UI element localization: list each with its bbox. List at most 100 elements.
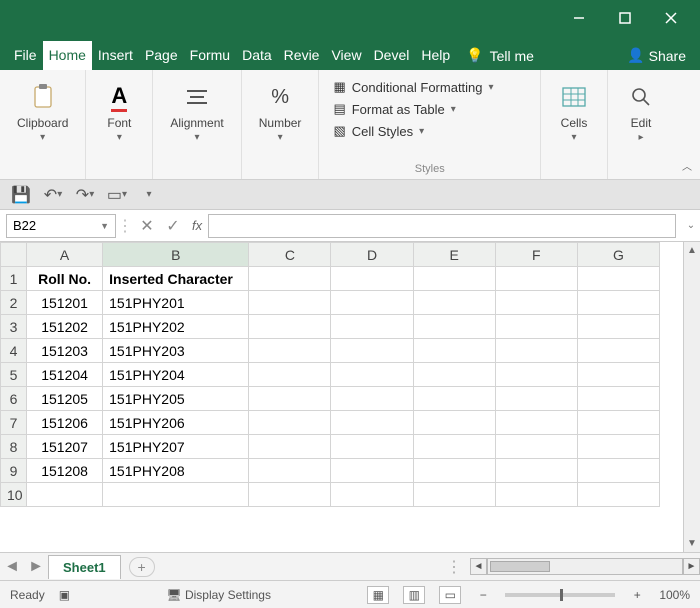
zoom-slider[interactable] <box>505 593 615 597</box>
cell[interactable] <box>413 267 495 291</box>
cell-styles-button[interactable]: ▧ Cell Styles ▾ <box>329 120 497 142</box>
paste-button[interactable]: Clipboard▾ <box>10 76 75 148</box>
tab-formulas[interactable]: Formu <box>184 41 236 70</box>
cell[interactable] <box>577 267 659 291</box>
view-page-layout-button[interactable]: ▥ <box>403 586 425 604</box>
cell[interactable] <box>495 363 577 387</box>
number-button[interactable]: % Number▾ <box>252 76 309 148</box>
tab-help[interactable]: Help <box>415 41 456 70</box>
fx-label[interactable]: fx <box>192 218 202 233</box>
tab-page-layout[interactable]: Page <box>139 41 184 70</box>
scroll-thumb[interactable] <box>490 561 550 572</box>
cell[interactable] <box>331 387 413 411</box>
cell[interactable] <box>331 291 413 315</box>
tab-options[interactable]: ⋮ <box>446 557 462 577</box>
sheet-nav-next[interactable]: ► <box>24 558 48 576</box>
cell[interactable] <box>331 483 413 507</box>
table-row[interactable]: 6151205151PHY205 <box>1 387 660 411</box>
row-header[interactable]: 6 <box>1 387 27 411</box>
cell[interactable] <box>249 363 331 387</box>
scroll-up-button[interactable]: ▲ <box>684 242 700 259</box>
scroll-down-button[interactable]: ▼ <box>684 535 700 552</box>
font-button[interactable]: A Font▾ <box>96 76 142 148</box>
cell[interactable] <box>495 387 577 411</box>
row-header[interactable]: 8 <box>1 435 27 459</box>
col-header-F[interactable]: F <box>495 243 577 267</box>
tab-view[interactable]: View <box>325 41 367 70</box>
cell[interactable] <box>495 267 577 291</box>
cell[interactable]: Inserted Character <box>103 267 249 291</box>
horizontal-scrollbar[interactable]: ◄ ► <box>470 558 700 575</box>
spreadsheet-table[interactable]: A B C D E F G 1 Roll No. Inserted Charac… <box>0 242 660 507</box>
cell[interactable] <box>413 315 495 339</box>
cell[interactable] <box>413 459 495 483</box>
cell[interactable]: 151204 <box>27 363 103 387</box>
cell[interactable]: 151205 <box>27 387 103 411</box>
tab-insert[interactable]: Insert <box>92 41 139 70</box>
cell[interactable] <box>413 363 495 387</box>
cell[interactable] <box>249 459 331 483</box>
col-header-B[interactable]: B <box>103 243 249 267</box>
cell[interactable] <box>249 411 331 435</box>
view-page-break-button[interactable]: ▭ <box>439 586 461 604</box>
table-row[interactable]: 7151206151PHY206 <box>1 411 660 435</box>
macro-record-icon[interactable]: ▣ <box>59 588 70 602</box>
customize-qat-button[interactable]: ▭▾ <box>106 184 128 206</box>
cell[interactable] <box>495 435 577 459</box>
cell[interactable] <box>249 315 331 339</box>
cell[interactable] <box>495 291 577 315</box>
table-row[interactable]: 4151203151PHY203 <box>1 339 660 363</box>
cell[interactable] <box>249 387 331 411</box>
view-normal-button[interactable]: ▦ <box>367 586 389 604</box>
select-all-corner[interactable] <box>1 243 27 267</box>
row-header[interactable]: 2 <box>1 291 27 315</box>
row-header[interactable]: 1 <box>1 267 27 291</box>
col-header-A[interactable]: A <box>27 243 103 267</box>
qat-more-button[interactable]: ▾ <box>138 184 160 206</box>
zoom-out-button[interactable]: − <box>475 588 491 602</box>
cell[interactable]: 151PHY207 <box>103 435 249 459</box>
cell[interactable] <box>103 483 249 507</box>
scroll-track[interactable] <box>487 558 683 575</box>
cell[interactable] <box>413 483 495 507</box>
minimize-button[interactable] <box>556 4 602 32</box>
cells-button[interactable]: Cells▾ <box>551 76 597 148</box>
cell[interactable]: 151207 <box>27 435 103 459</box>
table-row[interactable]: 1 Roll No. Inserted Character <box>1 267 660 291</box>
format-as-table-button[interactable]: ▤ Format as Table ▾ <box>329 98 497 120</box>
zoom-level[interactable]: 100% <box>659 588 690 602</box>
col-header-E[interactable]: E <box>413 243 495 267</box>
tab-home[interactable]: Home <box>43 41 92 70</box>
zoom-in-button[interactable]: + <box>629 588 645 602</box>
table-row[interactable]: 9151208151PHY208 <box>1 459 660 483</box>
cell[interactable] <box>249 483 331 507</box>
cell[interactable] <box>413 387 495 411</box>
col-header-C[interactable]: C <box>249 243 331 267</box>
cell[interactable]: 151202 <box>27 315 103 339</box>
cell[interactable]: 151PHY202 <box>103 315 249 339</box>
save-button[interactable]: 💾 <box>10 184 32 206</box>
cell[interactable]: 151206 <box>27 411 103 435</box>
table-row[interactable]: 3151202151PHY202 <box>1 315 660 339</box>
row-header[interactable]: 4 <box>1 339 27 363</box>
scroll-right-button[interactable]: ► <box>683 558 700 575</box>
undo-button[interactable]: ↶▾ <box>42 184 64 206</box>
cell[interactable] <box>577 459 659 483</box>
cell[interactable] <box>413 435 495 459</box>
cell[interactable]: 151PHY205 <box>103 387 249 411</box>
row-header[interactable]: 5 <box>1 363 27 387</box>
cell[interactable] <box>577 363 659 387</box>
cell[interactable] <box>331 363 413 387</box>
cell[interactable]: 151PHY206 <box>103 411 249 435</box>
table-row[interactable]: 5151204151PHY204 <box>1 363 660 387</box>
cancel-button[interactable]: ✕ <box>134 216 160 236</box>
row-header[interactable]: 9 <box>1 459 27 483</box>
cell[interactable] <box>495 459 577 483</box>
close-button[interactable] <box>648 4 694 32</box>
ribbon-collapse-button[interactable]: ︿ <box>674 70 700 179</box>
cell[interactable] <box>495 483 577 507</box>
cell[interactable] <box>413 339 495 363</box>
cell[interactable] <box>495 411 577 435</box>
formula-input[interactable] <box>208 214 676 238</box>
cell[interactable] <box>331 315 413 339</box>
